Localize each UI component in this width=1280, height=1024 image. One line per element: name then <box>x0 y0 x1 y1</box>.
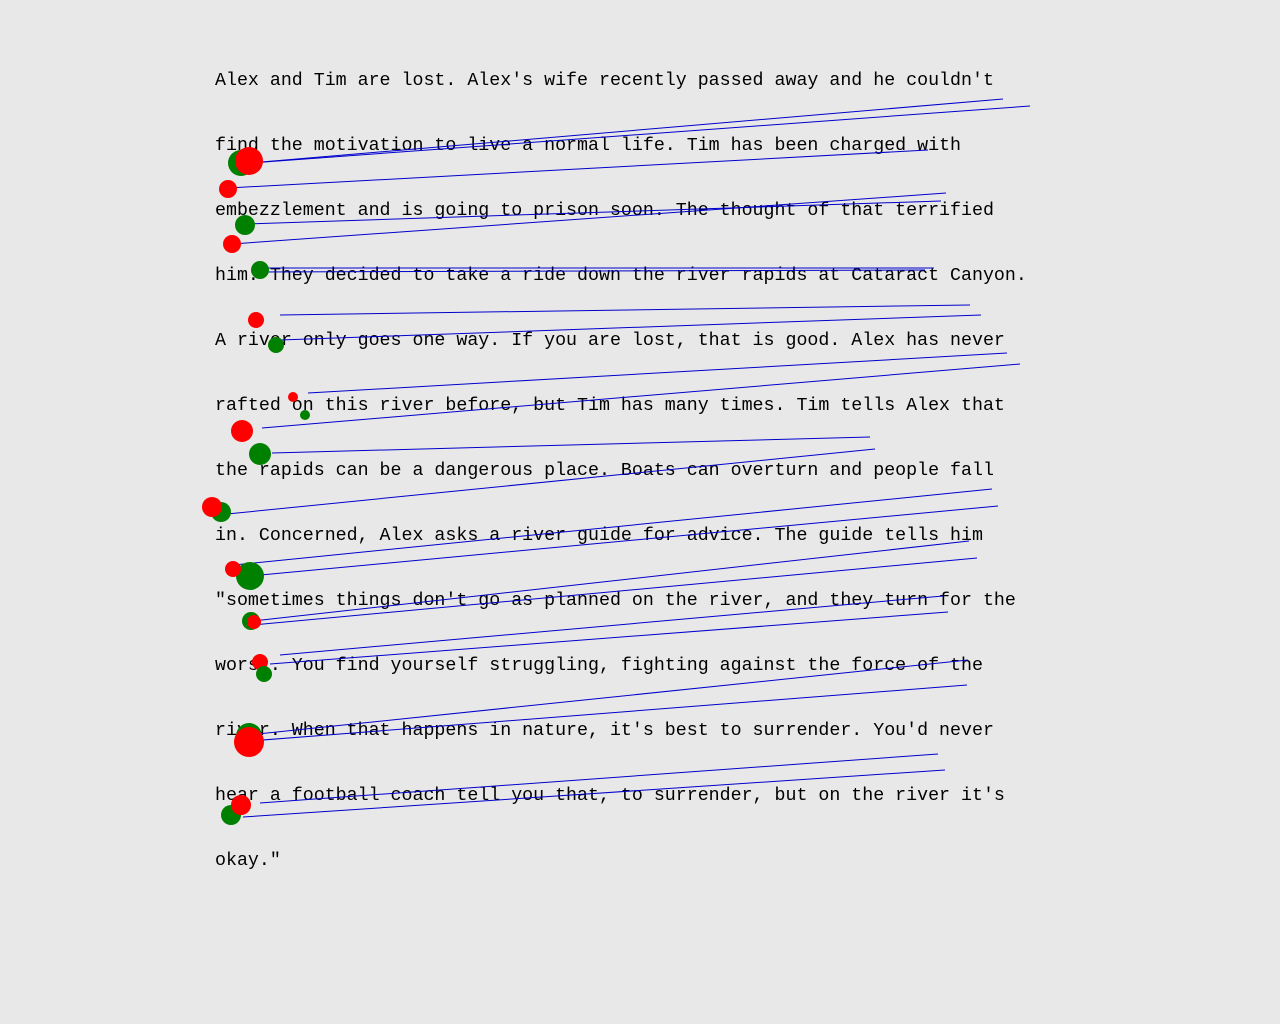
passage-line-12: hear a football coach tell you that, to … <box>215 786 1005 806</box>
passage-line-8: in. Concerned, Alex asks a river guide f… <box>215 526 983 546</box>
eye-tracking-stimulus: Alex and Tim are lost. Alex's wife recen… <box>0 0 1280 1024</box>
passage-line-13: okay." <box>215 851 281 871</box>
reading-passage: Alex and Tim are lost. Alex's wife recen… <box>215 0 1275 1024</box>
passage-line-6: rafted on this river before, but Tim has… <box>215 396 1005 416</box>
passage-line-5: A river only goes one way. If you are lo… <box>215 331 1005 351</box>
passage-line-10: worst. You find yourself struggling, fig… <box>215 656 983 676</box>
passage-line-4: him. They decided to take a ride down th… <box>215 266 1027 286</box>
passage-line-2: find the motivation to live a normal lif… <box>215 136 961 156</box>
passage-line-7: the rapids can be a dangerous place. Boa… <box>215 461 994 481</box>
passage-line-1: Alex and Tim are lost. Alex's wife recen… <box>215 71 994 91</box>
passage-line-11: river. When that happens in nature, it's… <box>215 721 994 741</box>
passage-line-9: "sometimes things don't go as planned on… <box>215 591 1016 611</box>
passage-line-3: embezzlement and is going to prison soon… <box>215 201 994 221</box>
